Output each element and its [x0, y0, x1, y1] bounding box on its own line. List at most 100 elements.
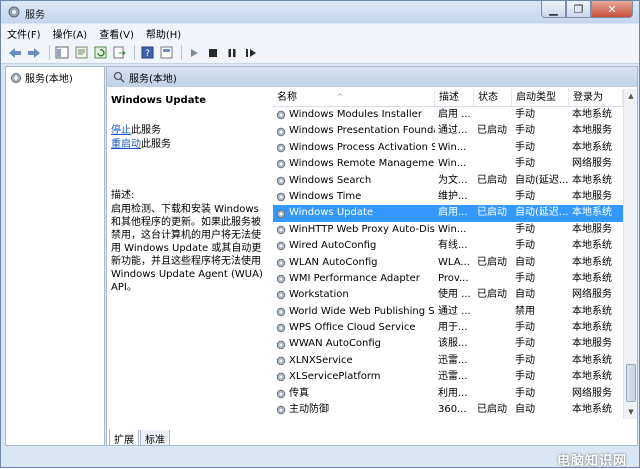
restore-icon: ❐: [573, 2, 584, 16]
cell-log-on-as: 本地系统: [572, 240, 612, 252]
service-name-text: Wired AutoConfig: [289, 240, 377, 252]
service-gear-icon: [276, 242, 286, 251]
cell-name: Windows Update: [273, 205, 435, 221]
tab-extended[interactable]: 扩展: [109, 430, 139, 445]
cell-log-on-as: 本地服务: [572, 190, 612, 202]
cell-log-on-as: 本地系统: [572, 141, 612, 153]
table-row[interactable]: Windows Remote Manageme... Win... 手动 网络服务: [273, 156, 623, 172]
show-hide-icon[interactable]: [158, 45, 174, 61]
scroll-thumb[interactable]: [626, 364, 636, 402]
search-icon: [113, 71, 125, 83]
table-row[interactable]: Windows Presentation Founda... 通过... 已启动 手动…: [273, 123, 623, 139]
back-icon[interactable]: [7, 45, 23, 61]
restart-service-link[interactable]: 重启动: [111, 139, 141, 150]
cell-startup-type: 自动: [515, 256, 535, 268]
start-icon[interactable]: [186, 45, 202, 61]
scroll-down-icon[interactable]: ▼: [624, 405, 637, 419]
column-log-on-as[interactable]: 登录为: [569, 89, 623, 106]
menu-action[interactable]: 操作(A): [47, 26, 94, 41]
stop-icon[interactable]: [205, 45, 221, 61]
cell-name: WinHTTP Web Proxy Auto-Dis...: [273, 222, 435, 238]
minimize-button[interactable]: ▁: [541, 1, 566, 18]
vertical-scrollbar[interactable]: ▲ ▼: [623, 89, 637, 419]
description-text: 启用检测、下载和安装 Windows 和其他程序的更新。如果此服务被禁用，这台计…: [111, 204, 263, 293]
cell-description: Win...: [438, 141, 467, 153]
close-icon: ✕: [607, 2, 617, 16]
table-row[interactable]: WWAN AutoConfig 该服... 手动 本地服务: [273, 336, 623, 352]
help-icon[interactable]: ?: [139, 45, 155, 61]
table-header: 名称 ^ 描述 状态 启动类型 登录为: [273, 89, 623, 107]
table-row[interactable]: World Wide Web Publishing S... 通过 ... 禁用 本地…: [273, 304, 623, 320]
stop-service-link[interactable]: 停止: [111, 125, 131, 136]
table-row[interactable]: WMI Performance Adapter Prov... 手动 本地系统: [273, 271, 623, 287]
close-button[interactable]: ✕: [591, 1, 633, 18]
cell-status: 已启动: [477, 256, 507, 268]
cell-log-on-as: 本地系统: [572, 354, 612, 366]
console-tree-icon[interactable]: [54, 45, 70, 61]
menu-help[interactable]: 帮助(H): [140, 26, 187, 41]
table-body: Windows Modules Installer 启用 ... 手动 本地系统 Win…: [273, 107, 623, 418]
tab-standard[interactable]: 标准: [140, 430, 170, 445]
cell-startup-type: 手动: [515, 272, 535, 284]
service-name-text: Windows Time: [289, 190, 362, 202]
table-row[interactable]: XLNXService 迅雷... 手动 本地系统: [273, 353, 623, 369]
scroll-up-icon[interactable]: ▲: [624, 89, 637, 103]
cell-description: Prov...: [438, 272, 469, 284]
table-row[interactable]: Wired AutoConfig 有线... 手动 本地系统: [273, 238, 623, 254]
service-gear-icon: [276, 110, 286, 120]
cell-name: 传真: [273, 386, 435, 402]
table-row[interactable]: 传真 利用... 手动 网络服务: [273, 386, 623, 402]
export-icon[interactable]: [111, 45, 127, 61]
table-row[interactable]: WPS Office Cloud Service 用于... 手动 本地系统: [273, 320, 623, 336]
column-name[interactable]: 名称 ^: [273, 89, 435, 106]
table-row[interactable]: WLAN AutoConfig WLA... 已启动 自动 本地系统: [273, 255, 623, 271]
cell-description: 360...: [438, 404, 467, 416]
menu-view[interactable]: 查看(V): [93, 26, 140, 41]
pause-icon[interactable]: [224, 45, 240, 61]
table-row[interactable]: 主动防御 360... 已启动 自动 本地系统: [273, 402, 623, 418]
table-row[interactable]: Workstation 使用 ... 已启动 自动 网络服务: [273, 287, 623, 303]
cell-log-on-as: 本地服务: [572, 223, 612, 235]
table-row[interactable]: Windows Modules Installer 启用 ... 手动 本地系统: [273, 107, 623, 123]
cell-status: [474, 336, 512, 352]
restart-icon[interactable]: [243, 45, 259, 61]
service-name-text: Windows Update: [289, 207, 374, 219]
cell-description: 使用 ...: [438, 289, 471, 301]
cell-description: Win...: [438, 158, 467, 170]
table-row[interactable]: XLServicePlatform 迅雷... 手动 本地系统: [273, 369, 623, 385]
cell-log-on-as: 本地系统: [572, 404, 612, 416]
column-status[interactable]: 状态: [474, 89, 512, 106]
toolbar: ?: [1, 42, 639, 64]
table-row[interactable]: Windows Time 维护... 手动 本地服务: [273, 189, 623, 205]
cell-log-on-as: 本地服务: [572, 125, 612, 137]
cell-startup-type: 手动: [515, 387, 535, 399]
title-bar[interactable]: 服务 ▁ ❐ ✕: [1, 1, 639, 23]
column-startup-type[interactable]: 启动类型: [512, 89, 569, 106]
table-row[interactable]: Windows Update 启用... 已启动 自动(延迟... 本地系统: [273, 205, 623, 222]
maximize-button[interactable]: ❐: [566, 1, 591, 18]
description-label: 描述:: [111, 190, 135, 201]
cell-startup-type: 手动: [515, 371, 535, 383]
cell-startup-type: 自动: [515, 289, 535, 301]
menu-file[interactable]: 文件(F): [1, 26, 47, 41]
service-name-text: 主动防御: [289, 404, 329, 416]
console-tree: 服务(本地): [5, 66, 105, 446]
column-description[interactable]: 描述: [435, 89, 474, 106]
service-gear-icon: [276, 389, 286, 399]
panel-title: 服务(本地): [129, 73, 177, 85]
table-row[interactable]: Windows Process Activation S... Win... 手动 本…: [273, 140, 623, 156]
forward-icon[interactable]: [26, 45, 42, 61]
cell-status: [474, 222, 512, 238]
table-row[interactable]: Windows Search 为文... 已启动 自动(延迟... 本地系统: [273, 173, 623, 189]
service-name-text: XLServicePlatform: [289, 371, 381, 383]
cell-log-on-as: 网络服务: [572, 158, 612, 170]
table-row[interactable]: WinHTTP Web Proxy Auto-Dis... Win... 手动 本地服…: [273, 222, 623, 238]
cell-description: 通过 ...: [438, 305, 471, 317]
cell-status: [474, 189, 512, 205]
refresh-icon[interactable]: [92, 45, 108, 61]
properties-icon[interactable]: [73, 45, 89, 61]
cell-startup-type: 手动: [515, 109, 535, 120]
column-label: 名称: [277, 92, 297, 103]
tree-item-services-local[interactable]: 服务(本地): [10, 70, 73, 85]
cell-description: 利用...: [438, 387, 468, 399]
